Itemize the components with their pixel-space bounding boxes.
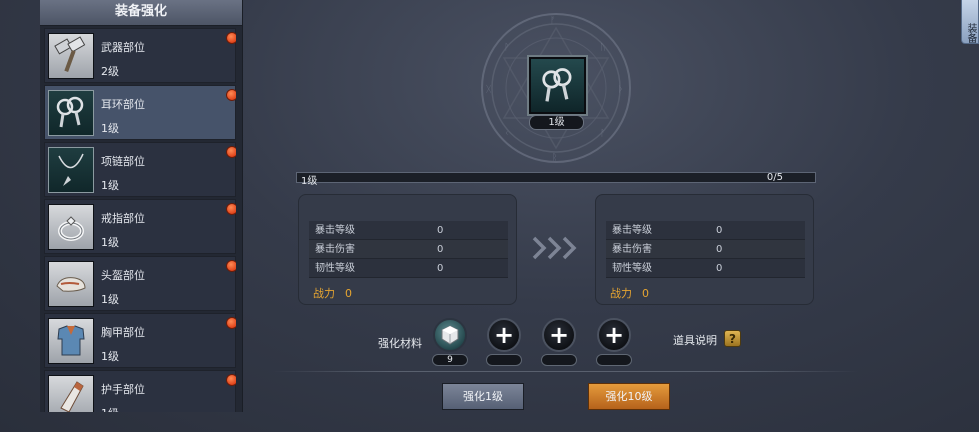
power-value: 0 — [345, 287, 352, 300]
svg-text:ᚢ: ᚢ — [600, 42, 605, 53]
enhance-stone-icon — [441, 325, 459, 345]
slot-level: 1级 — [101, 350, 119, 363]
slot-earring[interactable]: 耳环部位 1级 — [44, 85, 236, 140]
progress-level-label: 1级 — [301, 176, 318, 187]
stat-row: 暴击等级 0 — [309, 221, 508, 240]
notification-dot-icon — [226, 89, 236, 101]
power-label: 战力 — [610, 287, 632, 300]
stat-value: 0 — [716, 225, 723, 236]
ring-icon — [48, 204, 94, 250]
selected-item-level: 1级 — [529, 115, 584, 130]
combat-power: 战力 0 — [610, 285, 649, 301]
helmet-icon — [48, 261, 94, 307]
plus-icon: + — [548, 321, 570, 349]
svg-text:ᚱ: ᚱ — [552, 152, 557, 163]
slot-level: 1级 — [101, 405, 119, 412]
enhance-progress-bar: 1级 0/5 — [296, 172, 816, 187]
slot-name: 武器部位 — [101, 41, 145, 54]
chestplate-icon — [48, 318, 94, 364]
slot-name: 项链部位 — [101, 155, 145, 168]
plus-icon: + — [603, 321, 625, 349]
material-slot-2[interactable]: + — [487, 318, 521, 352]
slot-level: 1级 — [101, 236, 119, 249]
stat-value: 0 — [716, 263, 723, 274]
slot-name: 戒指部位 — [101, 212, 145, 225]
material-count: 9 — [432, 354, 468, 366]
slot-level: 1级 — [101, 122, 119, 135]
triple-chevron-right-icon — [532, 236, 577, 260]
stat-key: 韧性等级 — [612, 263, 652, 274]
earring-icon — [541, 67, 571, 102]
slot-name: 头盔部位 — [101, 269, 145, 282]
material-count-empty — [596, 354, 632, 366]
next-stats-panel: 暴击等级 0 暴击伤害 0 韧性等级 0 战力 0 — [595, 194, 814, 305]
current-stats-panel: 暴击等级 0 暴击伤害 0 韧性等级 0 战力 0 — [298, 194, 517, 305]
slot-ring[interactable]: 戒指部位 1级 — [44, 199, 236, 254]
slot-level: 1级 — [101, 293, 119, 306]
gauntlet-icon — [48, 375, 94, 412]
notification-dot-icon — [226, 32, 236, 44]
material-slot-1[interactable] — [433, 318, 467, 352]
notification-dot-icon — [226, 260, 236, 272]
progress-count-label: 0/5 — [766, 172, 783, 183]
svg-text:ᚹ: ᚹ — [504, 42, 509, 53]
slot-level: 1级 — [101, 179, 119, 192]
item-description-label: 道具说明 — [673, 334, 717, 347]
stat-row: 韧性等级 0 — [606, 259, 805, 278]
slot-gauntlet[interactable]: 护手部位 1级 — [44, 370, 236, 412]
slot-level: 2级 — [101, 65, 119, 78]
svg-text:ᚲ: ᚲ — [504, 129, 509, 139]
notification-dot-icon — [226, 317, 236, 329]
help-icon[interactable]: ? — [724, 330, 741, 347]
svg-text:ᚠ: ᚠ — [550, 15, 555, 26]
stat-key: 暴击等级 — [612, 225, 652, 236]
material-count-empty — [541, 354, 577, 366]
material-slot-3[interactable]: + — [542, 318, 576, 352]
stat-value: 0 — [437, 263, 444, 274]
slot-name: 胸甲部位 — [101, 326, 145, 339]
slot-weapon[interactable]: 武器部位 2级 — [44, 28, 236, 83]
combat-power: 战力 0 — [313, 285, 352, 301]
enhance-1-level-button[interactable]: 强化1级 — [442, 383, 524, 410]
stat-value: 0 — [716, 244, 723, 255]
stat-value: 0 — [437, 244, 444, 255]
necklace-icon — [48, 147, 94, 193]
stat-row: 暴击等级 0 — [606, 221, 805, 240]
hammer-icon — [48, 33, 94, 79]
slot-helmet[interactable]: 头盔部位 1级 — [44, 256, 236, 311]
material-slot-4[interactable]: + — [597, 318, 631, 352]
plus-icon: + — [493, 321, 515, 349]
stat-value: 0 — [437, 225, 444, 236]
equipment-slot-panel: 装备强化 武器部位 2级 耳环部位 1级 项链部位 1级 戒指部位 1级 头盔部… — [40, 0, 243, 412]
selected-item-slot[interactable] — [527, 55, 588, 116]
svg-text:ᚦ: ᚦ — [618, 84, 623, 95]
side-tab-label: 装备 — [965, 22, 976, 43]
svg-text:ᚨ: ᚨ — [600, 128, 605, 139]
panel-title: 装备强化 — [40, 0, 242, 26]
svg-text:ᚷ: ᚷ — [486, 84, 492, 95]
slot-chest[interactable]: 胸甲部位 1级 — [44, 313, 236, 368]
power-label: 战力 — [313, 287, 335, 300]
side-tab-equipment[interactable]: 装备 — [961, 0, 979, 44]
stat-key: 韧性等级 — [315, 263, 355, 274]
stat-row: 暴击伤害 0 — [309, 240, 508, 259]
notification-dot-icon — [226, 203, 236, 215]
stat-key: 暴击等级 — [315, 225, 355, 236]
stat-key: 暴击伤害 — [315, 244, 355, 255]
power-value: 0 — [642, 287, 649, 300]
slot-necklace[interactable]: 项链部位 1级 — [44, 142, 236, 197]
materials-label: 强化材料 — [378, 337, 422, 350]
divider — [272, 371, 859, 372]
slot-name: 耳环部位 — [101, 98, 145, 111]
enhance-10-level-button[interactable]: 强化10级 — [588, 383, 670, 410]
slot-name: 护手部位 — [101, 383, 145, 396]
notification-dot-icon — [226, 146, 236, 158]
stat-row: 暴击伤害 0 — [606, 240, 805, 259]
slot-list[interactable]: 武器部位 2级 耳环部位 1级 项链部位 1级 戒指部位 1级 头盔部位 1级 … — [44, 28, 236, 412]
stat-key: 暴击伤害 — [612, 244, 652, 255]
material-count-empty — [486, 354, 522, 366]
stat-row: 韧性等级 0 — [309, 259, 508, 278]
earring-icon — [48, 90, 94, 136]
notification-dot-icon — [226, 374, 236, 386]
